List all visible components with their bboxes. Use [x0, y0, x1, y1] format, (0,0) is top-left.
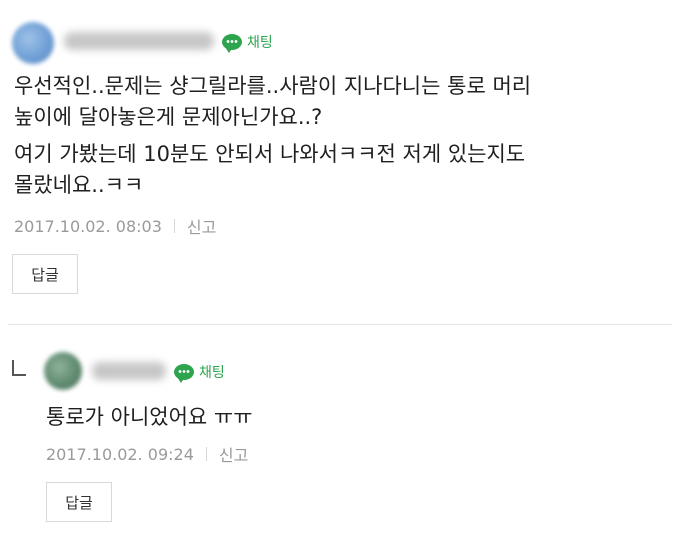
avatar[interactable]	[44, 352, 82, 390]
chat-bubble-icon	[174, 364, 194, 383]
chat-badge[interactable]: 채팅	[174, 362, 225, 383]
author-nickname[interactable]	[64, 32, 214, 50]
comment-line: 우선적인..문제는 샹그릴라를..사람이 지나다니는 통로 머리	[14, 74, 532, 98]
comment-line: 통로가 아니었어요 ㅠㅠ	[46, 405, 253, 429]
timestamp: 2017.10.02. 08:03	[14, 216, 162, 236]
comment-line: 여기 가봤는데 10분도 안되서 나와서ㅋㅋ전 저게 있는지도	[14, 142, 526, 166]
comment-divider	[8, 324, 672, 325]
report-link[interactable]: 신고	[187, 214, 216, 238]
chat-badge[interactable]: 채팅	[222, 32, 273, 53]
avatar[interactable]	[12, 22, 54, 64]
chat-badge-label: 채팅	[247, 35, 273, 51]
comment-meta: 2017.10.02. 08:03 신고	[14, 214, 216, 238]
comment-line: 몰랐네요..ㅋㅋ	[14, 173, 144, 197]
comment-meta: 2017.10.02. 09:24 신고	[46, 442, 248, 466]
chat-bubble-icon	[222, 34, 242, 53]
meta-divider	[173, 219, 175, 233]
chat-badge-label: 채팅	[199, 365, 225, 381]
meta-divider	[205, 447, 207, 461]
timestamp: 2017.10.02. 09:24	[46, 444, 194, 464]
reply-comment: 채팅 통로가 아니었어요 ㅠㅠ 2017.10.02. 09:24 신고 답글	[0, 330, 700, 548]
reply-button[interactable]: 답글	[12, 254, 78, 294]
report-link[interactable]: 신고	[219, 442, 248, 466]
author-nickname[interactable]	[92, 362, 166, 380]
comment: 채팅 우선적인..문제는 샹그릴라를..사람이 지나다니는 통로 머리 높이에 …	[0, 0, 700, 320]
comment-line: 높이에 달아놓은게 문제아닌가요..?	[14, 105, 323, 129]
reply-button[interactable]: 답글	[46, 482, 112, 522]
